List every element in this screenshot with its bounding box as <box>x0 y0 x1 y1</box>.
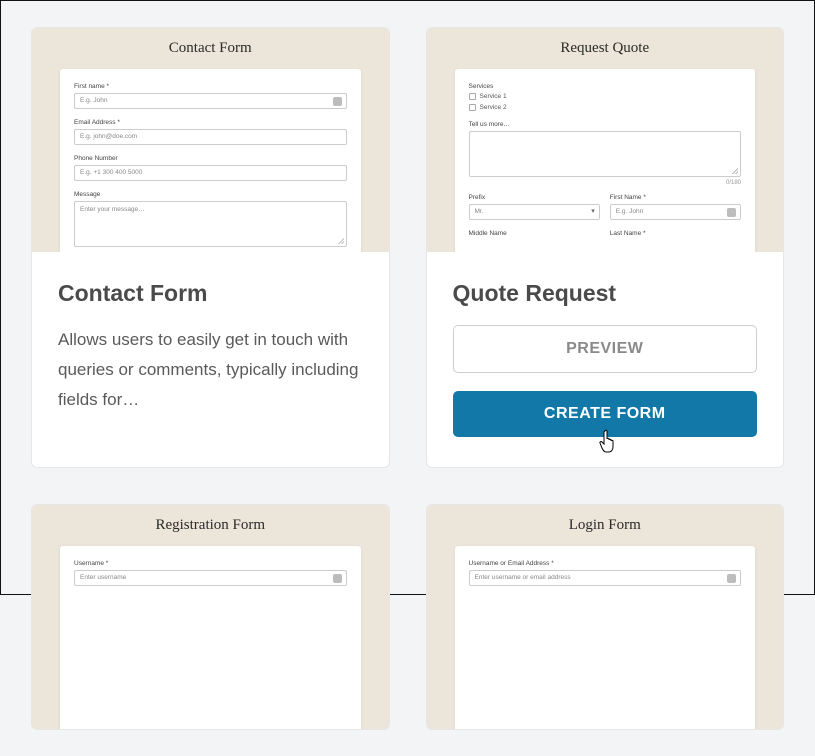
create-form-button[interactable]: CREATE FORM <box>453 391 758 437</box>
field-label: First Name * <box>610 194 741 201</box>
field-label: Last Name * <box>610 230 741 237</box>
field-input: E.g. +1 300 400 5000 <box>74 165 347 181</box>
card-title: Quote Request <box>453 280 758 307</box>
card-description: Allows users to easily get in touch with… <box>58 325 363 414</box>
template-thumbnail: Registration Form Username * Enter usern… <box>32 505 389 729</box>
thumbnail-title: Login Form <box>455 517 756 534</box>
field-label: Tell us more… <box>469 121 742 128</box>
field-textarea <box>469 131 742 177</box>
field-select: Mr. ▾ <box>469 204 600 220</box>
field-input: Enter username or email address <box>469 570 742 586</box>
field-input: Enter username <box>74 570 347 586</box>
thumbnail-form-preview: Username or Email Address * Enter userna… <box>455 546 756 729</box>
card-body: Quote Request PREVIEW CREATE FORM <box>427 252 784 467</box>
template-card-contact: Contact Form First name * E.g. John Emai… <box>31 27 390 468</box>
checkbox-option: Service 1 <box>469 93 742 100</box>
field-textarea: Enter your message… <box>74 201 347 247</box>
template-thumbnail: Contact Form First name * E.g. John Emai… <box>32 28 389 252</box>
field-label: Username or Email Address * <box>469 560 742 567</box>
field-label: Prefix <box>469 194 600 201</box>
field-label: Phone Number <box>74 155 347 162</box>
checkbox-option: Service 2 <box>469 104 742 111</box>
template-card-registration: Registration Form Username * Enter usern… <box>31 504 390 730</box>
thumbnail-title: Contact Form <box>60 40 361 57</box>
field-label: Username * <box>74 560 347 567</box>
field-label: Email Address * <box>74 119 347 126</box>
card-body: Contact Form Allows users to easily get … <box>32 252 389 444</box>
char-counter: 0/180 <box>469 180 742 186</box>
template-card-quote: Request Quote Services Service 1 Service… <box>426 27 785 468</box>
template-thumbnail: Request Quote Services Service 1 Service… <box>427 28 784 252</box>
template-card-login: Login Form Username or Email Address * E… <box>426 504 785 730</box>
thumbnail-title: Request Quote <box>455 40 756 57</box>
card-title: Contact Form <box>58 280 363 307</box>
thumbnail-form-preview: Username * Enter username <box>60 546 361 729</box>
field-input: E.g. John <box>74 93 347 109</box>
field-label: Message <box>74 191 347 198</box>
thumbnail-title: Registration Form <box>60 517 361 534</box>
field-label: First name * <box>74 83 347 90</box>
thumbnail-form-preview: First name * E.g. John Email Address * E… <box>60 69 361 252</box>
field-input: E.g. john@doe.com <box>74 129 347 145</box>
thumbnail-form-preview: Services Service 1 Service 2 Tell us mor… <box>455 69 756 252</box>
field-label: Services <box>469 83 742 90</box>
field-input: E.g. John <box>610 204 741 220</box>
preview-button[interactable]: PREVIEW <box>453 325 758 373</box>
template-thumbnail: Login Form Username or Email Address * E… <box>427 505 784 729</box>
field-label: Middle Name <box>469 230 600 237</box>
